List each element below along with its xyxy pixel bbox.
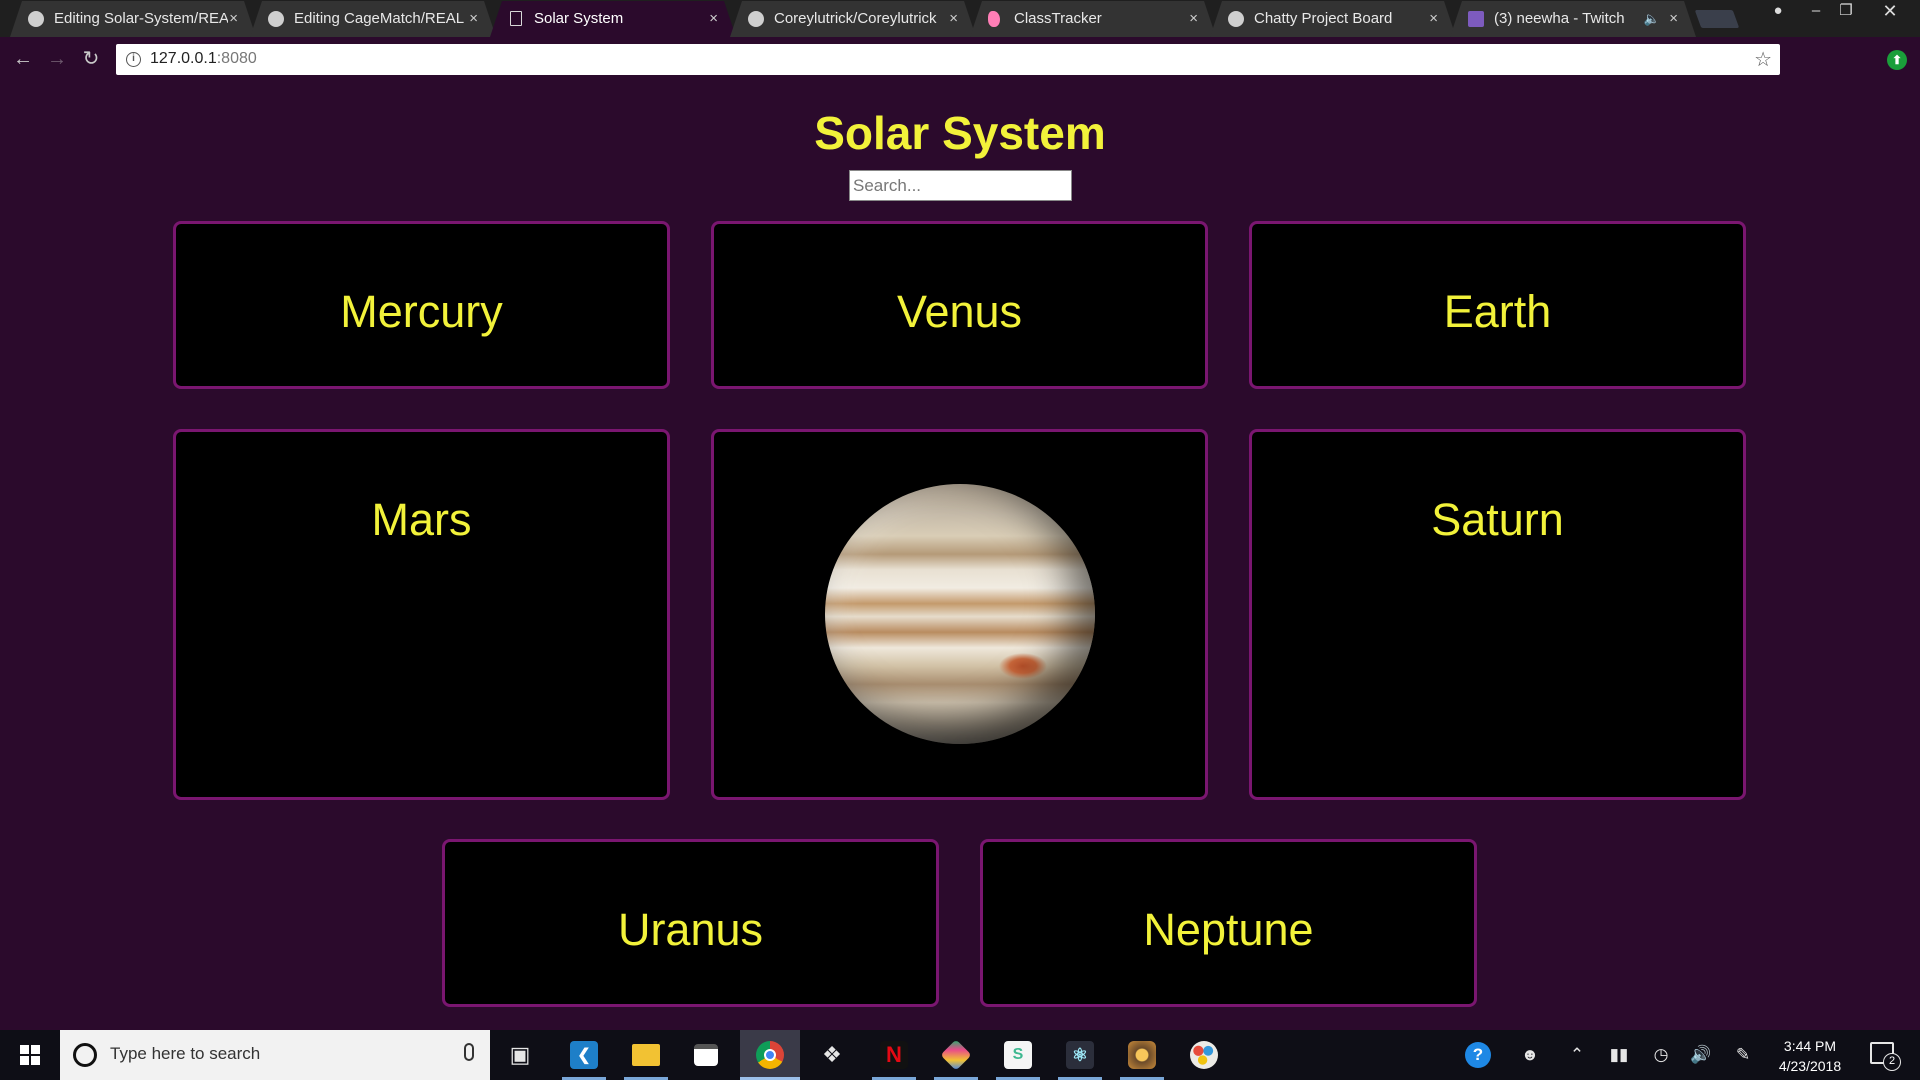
tab-title: (3) neewha - Twitch bbox=[1494, 10, 1625, 27]
pen-workspace-icon[interactable]: ✎ bbox=[1726, 1030, 1760, 1080]
tab-title: ClassTracker bbox=[1014, 10, 1102, 27]
cortana-icon bbox=[73, 1043, 97, 1067]
tab-classtracker[interactable]: ClassTracker × bbox=[970, 1, 1216, 37]
new-tab-button[interactable] bbox=[1694, 10, 1740, 28]
forward-arrow-icon[interactable]: → bbox=[44, 46, 70, 72]
planet-name: Mars bbox=[371, 494, 472, 545]
window-close-button[interactable]: ✕ bbox=[1870, 0, 1910, 24]
chrome-icon[interactable] bbox=[740, 1030, 800, 1080]
github-icon bbox=[268, 11, 284, 27]
planet-name: Venus bbox=[896, 286, 1023, 337]
tab-title: Editing CageMatch/REAL bbox=[294, 10, 465, 27]
planet-card-jupiter[interactable] bbox=[711, 429, 1208, 800]
help-icon[interactable]: ? bbox=[1460, 1030, 1496, 1080]
extension-update-icon[interactable]: ⬆ bbox=[1887, 50, 1907, 70]
twitch-icon bbox=[1468, 11, 1484, 27]
planet-name: Earth bbox=[1443, 286, 1552, 337]
paint-icon[interactable] bbox=[1174, 1030, 1234, 1080]
system-clock[interactable]: 3:44 PM 4/23/2018 bbox=[1760, 1036, 1860, 1076]
bookmark-star-icon[interactable]: ☆ bbox=[1754, 47, 1772, 72]
clock-time: 3:44 PM bbox=[1783, 1038, 1837, 1054]
planet-name: Mercury bbox=[340, 286, 503, 337]
tab-editing-solar-system[interactable]: Editing Solar-System/REA × bbox=[10, 1, 256, 37]
tab-solar-system[interactable]: Solar System × bbox=[490, 1, 736, 37]
battery-icon[interactable]: ▮▮ bbox=[1602, 1030, 1636, 1080]
vscode-icon[interactable]: ❮ bbox=[554, 1030, 614, 1080]
back-arrow-icon[interactable]: ← bbox=[10, 46, 36, 72]
tab-editing-cagematch[interactable]: Editing CageMatch/REAL × bbox=[250, 1, 496, 37]
start-button[interactable] bbox=[0, 1030, 60, 1080]
show-hidden-icons-chevron-icon[interactable]: ⌃ bbox=[1562, 1030, 1592, 1080]
planet-name: Saturn bbox=[1431, 494, 1564, 545]
planet-card-mercury[interactable]: Mercury bbox=[173, 221, 670, 389]
close-icon[interactable]: × bbox=[1669, 1, 1678, 37]
planet-card-neptune[interactable]: Neptune bbox=[980, 839, 1477, 1007]
wifi-icon[interactable]: ◷ bbox=[1644, 1030, 1678, 1080]
notification-count-badge: 2 bbox=[1883, 1053, 1901, 1071]
dropbox-icon[interactable]: ❖ bbox=[802, 1030, 862, 1080]
netflix-letter: N bbox=[880, 1041, 908, 1069]
action-center-icon[interactable]: 2 bbox=[1870, 1042, 1901, 1071]
tab-twitch[interactable]: (3) neewha - Twitch 🔈 × bbox=[1450, 1, 1696, 37]
planet-card-mars[interactable]: Mars bbox=[173, 429, 670, 800]
task-view-icon[interactable]: ▣ bbox=[490, 1030, 550, 1080]
clock-date: 4/23/2018 bbox=[1778, 1058, 1842, 1074]
tab-title: Coreylutrick/Coreylutrick bbox=[774, 10, 937, 27]
url-text[interactable]: 127.0.0.1:8080 bbox=[150, 50, 257, 68]
taskbar-search-placeholder: Type here to search bbox=[110, 1044, 261, 1063]
tab-coreylutrick[interactable]: Coreylutrick/Coreylutrick × bbox=[730, 1, 976, 37]
microphone-icon[interactable] bbox=[464, 1043, 474, 1061]
planet-name: Uranus bbox=[617, 904, 764, 955]
gitkraken-icon[interactable] bbox=[926, 1030, 986, 1080]
hearthstone-icon[interactable] bbox=[1112, 1030, 1172, 1080]
tab-title: Chatty Project Board bbox=[1254, 10, 1393, 27]
restore-button[interactable]: ❐ bbox=[1826, 0, 1866, 24]
windows-logo-icon bbox=[20, 1045, 40, 1065]
profile-icon[interactable]: ● bbox=[1758, 0, 1798, 24]
tab-chatty-project-board[interactable]: Chatty Project Board × bbox=[1210, 1, 1456, 37]
slack-letter: S bbox=[1004, 1041, 1032, 1069]
browser-tab-strip: Editing Solar-System/REA × Editing CageM… bbox=[0, 0, 1920, 37]
jupiter-image bbox=[825, 484, 1095, 744]
browser-toolbar: ← → ↻ i 127.0.0.1:8080 ☆ ⬆ bbox=[0, 37, 1920, 82]
taskbar-search[interactable]: Type here to search bbox=[60, 1030, 490, 1080]
speaker-muted-icon[interactable]: 🔈 bbox=[1644, 1, 1660, 37]
info-icon[interactable]: i bbox=[126, 52, 141, 67]
close-icon[interactable]: × bbox=[1189, 1, 1198, 37]
close-icon[interactable]: × bbox=[1429, 1, 1438, 37]
address-bar[interactable]: i 127.0.0.1:8080 ☆ bbox=[116, 44, 1780, 75]
windows-taskbar: Type here to search ▣ ❮ ❖ N S ⚛ ? ☻ ⌃ ▮▮… bbox=[0, 1030, 1920, 1080]
file-explorer-icon[interactable] bbox=[616, 1030, 676, 1080]
planet-card-saturn[interactable]: Saturn bbox=[1249, 429, 1746, 800]
github-icon bbox=[1228, 11, 1244, 27]
page-title: Solar System bbox=[814, 107, 1106, 159]
page-content: Solar System Mercury Venus Earth Mars Sa… bbox=[0, 82, 1920, 1030]
store-icon[interactable] bbox=[676, 1030, 736, 1080]
close-icon[interactable]: × bbox=[229, 1, 238, 37]
planet-card-uranus[interactable]: Uranus bbox=[442, 839, 939, 1007]
github-icon bbox=[28, 11, 44, 27]
people-icon[interactable]: ☻ bbox=[1512, 1030, 1548, 1080]
planet-name: Neptune bbox=[1143, 904, 1314, 955]
flamingo-icon bbox=[988, 11, 1000, 27]
close-icon[interactable]: × bbox=[709, 1, 718, 37]
close-icon[interactable]: × bbox=[469, 1, 478, 37]
netflix-icon[interactable]: N bbox=[864, 1030, 924, 1080]
tab-title: Solar System bbox=[534, 10, 624, 27]
planet-card-venus[interactable]: Venus bbox=[711, 221, 1208, 389]
volume-icon[interactable]: 🔊 bbox=[1684, 1030, 1718, 1080]
tab-title: Editing Solar-System/REA bbox=[54, 10, 228, 27]
search-input[interactable] bbox=[849, 170, 1072, 201]
reload-icon[interactable]: ↻ bbox=[78, 46, 104, 72]
url-host: 127.0.0.1 bbox=[150, 50, 217, 67]
document-icon bbox=[510, 11, 522, 26]
electron-icon[interactable]: ⚛ bbox=[1050, 1030, 1110, 1080]
url-port: :8080 bbox=[216, 50, 257, 67]
planet-card-earth[interactable]: Earth bbox=[1249, 221, 1746, 389]
slack-icon[interactable]: S bbox=[988, 1030, 1048, 1080]
github-icon bbox=[748, 11, 764, 27]
close-icon[interactable]: × bbox=[949, 1, 958, 37]
